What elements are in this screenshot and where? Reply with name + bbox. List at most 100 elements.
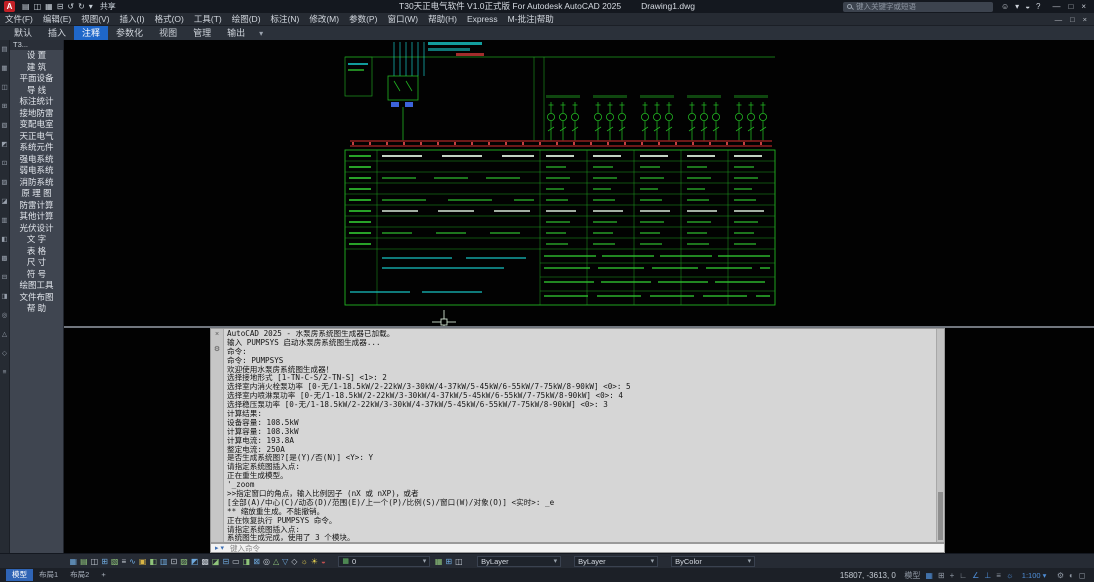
side-toolbar-icon[interactable]: ◧	[1, 236, 7, 243]
side-toolbar-icon[interactable]: ⊞	[2, 103, 7, 110]
snap-icon[interactable]: ⊞	[938, 571, 945, 580]
toolbar-icon[interactable]: ∿	[129, 557, 136, 566]
side-toolbar-icon[interactable]: ▧	[1, 122, 7, 129]
toolbar-icon[interactable]: ▩	[201, 557, 209, 566]
palette-item[interactable]: 符 号	[10, 269, 63, 281]
menu-item[interactable]: 标注(N)	[266, 13, 305, 25]
ribbon-tab-view[interactable]: 视图	[151, 26, 185, 40]
toolbar-icon[interactable]: △	[273, 557, 279, 566]
share-button[interactable]: 共享	[100, 1, 116, 12]
toolbar-icon[interactable]: ⊠	[253, 557, 260, 566]
color-combo[interactable]: ByLayer ▾	[477, 556, 561, 567]
recent-commands-icon[interactable]: ▾	[221, 544, 225, 552]
redo-icon[interactable]: ↻	[78, 2, 85, 11]
layout1-tab[interactable]: 布局1	[33, 569, 64, 581]
toolbar-icon[interactable]: ▤	[80, 557, 88, 566]
doc-restore-button[interactable]: □	[1070, 15, 1075, 24]
side-toolbar-icon[interactable]: ▤	[1, 46, 7, 53]
toolbar-icon[interactable]: ◫	[91, 557, 99, 566]
toolbar-icon[interactable]: ⊞	[101, 557, 108, 566]
close-icon[interactable]: ×	[215, 331, 219, 338]
toolbar-icon[interactable]: ▣	[139, 557, 147, 566]
menu-item[interactable]: 格式(O)	[150, 13, 189, 25]
customize-icon[interactable]: ⚙	[214, 345, 220, 353]
palette-item[interactable]: 变配电室	[10, 119, 63, 131]
palette-item[interactable]: 表 格	[10, 246, 63, 258]
palette-item[interactable]: 强电系统	[10, 154, 63, 166]
ribbon-tab-manage[interactable]: 管理	[185, 26, 219, 40]
toolbar-icon[interactable]: ◪	[212, 557, 220, 566]
annotation-visibility-icon[interactable]: ☼	[1006, 571, 1013, 580]
toolbar-icon[interactable]: ▦	[435, 557, 443, 566]
layout2-tab[interactable]: 布局2	[64, 569, 95, 581]
menu-item[interactable]: 绘图(D)	[227, 13, 266, 25]
palette-item[interactable]: 建 筑	[10, 62, 63, 74]
signin-icon[interactable]: ☺	[1001, 2, 1009, 11]
toolbar-icon[interactable]: ◇	[291, 557, 297, 566]
ribbon-overflow-icon[interactable]: ▾	[259, 29, 263, 38]
close-button[interactable]: ×	[1081, 2, 1086, 11]
maximize-button[interactable]: □	[1068, 2, 1073, 11]
toolbar-icon[interactable]: ☼	[300, 557, 307, 566]
palette-item[interactable]: 弱电系统	[10, 165, 63, 177]
new-file-icon[interactable]: ▤	[22, 2, 30, 11]
palette-item[interactable]: 文 字	[10, 234, 63, 246]
history-scrollbar[interactable]	[936, 329, 944, 542]
menu-item[interactable]: Express	[462, 14, 503, 24]
menu-item[interactable]: 帮助(H)	[423, 13, 462, 25]
ortho-icon[interactable]: ∟	[959, 571, 967, 580]
toolbar-icon[interactable]: ⊞	[445, 557, 452, 566]
drawing-canvas[interactable]: ×⚙ AutoCAD 2025 - 水泵房系统图生成器已加载。输入 PUMPSY…	[64, 40, 1094, 553]
workspace-gear-icon[interactable]: ⚙	[1057, 571, 1064, 580]
autocad-logo-icon[interactable]: A	[4, 1, 15, 12]
menu-item[interactable]: 工具(T)	[189, 13, 227, 25]
menu-item[interactable]: 编辑(E)	[38, 13, 76, 25]
command-prompt-icon[interactable]: ▸	[215, 544, 219, 552]
palette-item[interactable]: 天正电气	[10, 131, 63, 143]
osnap-icon[interactable]: ⊥	[984, 571, 991, 580]
help-icon[interactable]: ?	[1036, 2, 1040, 11]
toolbar-icon[interactable]: ◧	[149, 557, 157, 566]
toolbar-icon[interactable]: ▭	[232, 557, 240, 566]
palette-item[interactable]: 文件布图	[10, 292, 63, 304]
ribbon-tab-insert[interactable]: 插入	[40, 26, 74, 40]
print-icon[interactable]: ⊟	[57, 2, 64, 11]
menu-item[interactable]: 窗口(W)	[382, 13, 423, 25]
menu-item[interactable]: 视图(V)	[76, 13, 114, 25]
polar-tracking-icon[interactable]: ∠	[972, 571, 979, 580]
ribbon-tab-default[interactable]: 默认	[6, 26, 40, 40]
toolbar-icon[interactable]: ▨	[180, 557, 188, 566]
open-file-icon[interactable]: ◫	[34, 2, 42, 11]
palette-item[interactable]: 尺 寸	[10, 257, 63, 269]
new-layout-tab[interactable]: +	[95, 569, 111, 581]
doc-minimize-button[interactable]: —	[1055, 15, 1063, 24]
side-toolbar-icon[interactable]: ◩	[1, 141, 7, 148]
palette-title[interactable]: T3...	[10, 40, 63, 50]
side-toolbar-icon[interactable]: ▩	[1, 255, 7, 262]
side-toolbar-icon[interactable]: ◎	[2, 312, 8, 319]
palette-item[interactable]: 导 线	[10, 85, 63, 97]
menu-item[interactable]: 修改(M)	[304, 13, 344, 25]
ribbon-tab-parametric[interactable]: 参数化	[108, 26, 151, 40]
ribbon-tab-annotate[interactable]: 注释	[74, 26, 108, 40]
toolbar-icon[interactable]: ◩	[191, 557, 199, 566]
toolbar-icon[interactable]: ◒	[321, 557, 326, 566]
side-toolbar-icon[interactable]: ◪	[1, 198, 7, 205]
toolbar-icon[interactable]: ⊟	[222, 557, 229, 566]
side-toolbar-icon[interactable]: ◫	[1, 84, 7, 91]
palette-item[interactable]: 其他计算	[10, 211, 63, 223]
side-toolbar-icon[interactable]: △	[2, 331, 7, 338]
toolbar-icon[interactable]: ◨	[243, 557, 251, 566]
side-toolbar-icon[interactable]: ≡	[3, 369, 7, 376]
grid-icon[interactable]: ▦	[925, 571, 933, 580]
menu-item[interactable]: 插入(I)	[115, 13, 150, 25]
side-toolbar-icon[interactable]: ▦	[1, 65, 7, 72]
palette-item[interactable]: 光伏设计	[10, 223, 63, 235]
palette-item[interactable]: 绘图工具	[10, 280, 63, 292]
signin-dropdown-icon[interactable]: ▾	[1015, 2, 1019, 11]
toolbar-icon[interactable]: ⊡	[171, 557, 178, 566]
lineweight-icon[interactable]: ≡	[996, 571, 1001, 580]
app-store-icon[interactable]: ◒	[1025, 2, 1030, 11]
toolbar-icon[interactable]: ▽	[282, 557, 288, 566]
palette-item[interactable]: 消防系统	[10, 177, 63, 189]
